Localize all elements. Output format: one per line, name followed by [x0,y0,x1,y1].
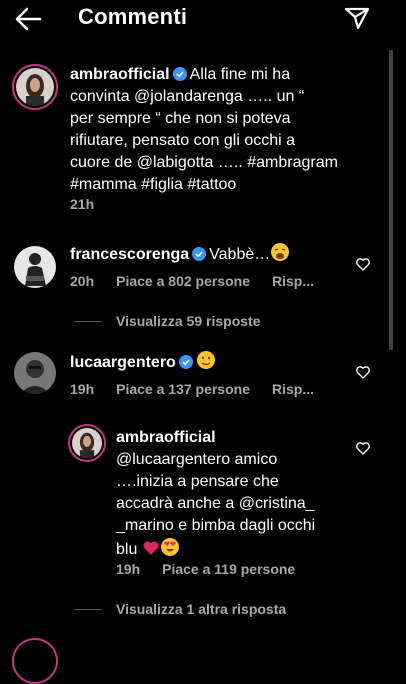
comment-francescorenga: francescorenga Vabbè… [70,242,370,266]
comment-time: 19h [70,381,95,397]
red-heart-emoji-icon [143,541,159,555]
reply-meta: 19h Piace a 119 persone [116,561,317,577]
reply-link[interactable]: Risp... [272,273,314,289]
back-arrow-icon[interactable] [14,6,42,32]
caption-text: ambraofficial Alla fine mi ha convinta @j… [70,66,338,193]
avatar-ambraofficial[interactable] [12,64,58,110]
likes-count-link[interactable]: Piace a 802 persone [116,273,250,289]
avatar-lucaargentero[interactable] [14,352,56,394]
likes-count-link[interactable]: Piace a 119 persone [162,561,295,577]
weary-face-emoji-icon [271,243,290,261]
comment-meta: 19h Piace a 137 persone Risp... [70,381,336,397]
verified-badge-icon [172,67,187,81]
avatar-francescorenga[interactable] [14,246,56,288]
likes-count-link[interactable]: Piace a 137 persone [116,381,250,397]
avatar-ambraofficial-reply[interactable] [68,424,106,462]
view-replies-link[interactable]: Visualizza 59 risposte [74,313,260,329]
comment-lucaargentero: lucaargentero [70,350,370,374]
top-bar: Commenti [0,0,406,38]
reply-link[interactable]: Risp... [272,381,314,397]
heart-eyes-emoji-icon [160,538,179,556]
verified-badge-icon [192,247,207,261]
reply-text: ambraofficial @lucaargentero amico ….ini… [116,429,316,558]
comment-meta: 20h Piace a 802 persone Risp... [70,273,336,289]
caption-time: 21h [70,196,95,212]
comment-username[interactable]: lucaargentero [70,354,176,371]
reply-username[interactable]: ambraofficial [116,429,216,446]
caption-username[interactable]: ambraofficial [70,66,170,83]
like-heart-icon[interactable] [355,364,371,380]
page-title: Commenti [78,4,188,29]
avatar-next-comment[interactable] [12,638,58,684]
smiling-face-with-hearts-emoji-icon [196,351,215,369]
like-heart-icon[interactable] [355,256,371,272]
send-icon[interactable] [344,6,370,30]
comment-username[interactable]: francescorenga [70,246,189,263]
comment-time: 20h [70,273,95,289]
verified-badge-icon [178,355,193,369]
view-replies-link[interactable]: Visualizza 1 altra risposta [74,601,286,617]
comment-text: Vabbè… [209,246,271,263]
reply-time: 19h [116,561,141,577]
scrollbar[interactable] [389,50,393,350]
like-heart-icon[interactable] [355,440,371,456]
